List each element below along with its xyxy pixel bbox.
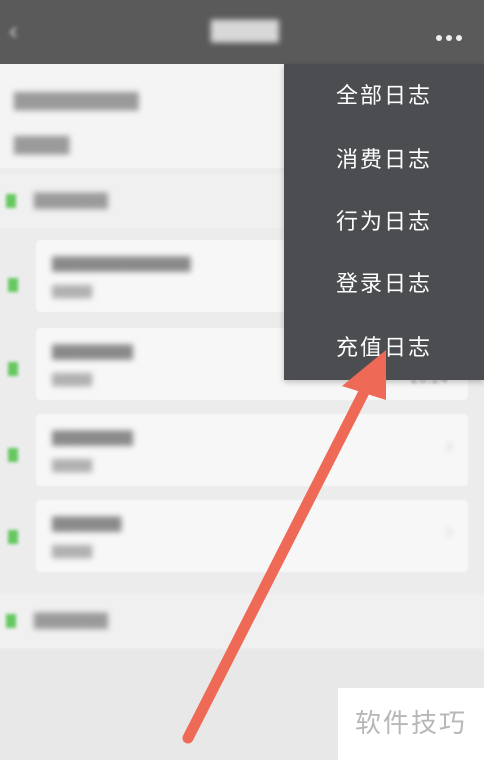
date-group-header: ▇▇▇▇▇▇ — [0, 594, 484, 648]
blurred-summary-line: ▇▇▇▇▇▇▇▇▇ — [14, 90, 139, 111]
timeline-dot — [6, 614, 16, 628]
more-options-icon[interactable] — [436, 26, 472, 41]
menu-item-login-logs[interactable]: 登录日志 — [284, 254, 484, 316]
blurred-entry-title: ▇▇▇▇▇▇ — [52, 514, 122, 532]
timeline-dot — [8, 362, 18, 376]
blurred-entry-sub: ▇▇▇▇ — [52, 284, 92, 299]
chevron-right-icon: › — [445, 434, 454, 459]
chevron-right-icon: › — [445, 520, 454, 545]
back-chevron-icon[interactable]: ‹ — [8, 18, 24, 46]
menu-item-recharge-logs[interactable]: 充值日志 — [284, 318, 484, 380]
blurred-summary-line: ▇▇▇▇ — [14, 134, 70, 155]
blurred-entry-sub: ▇▇▇▇ — [52, 544, 92, 559]
page-title: ▇▇▇▇ — [211, 18, 279, 43]
blurred-entry-sub: ▇▇▇▇ — [52, 372, 92, 387]
log-entry[interactable]: ▇▇▇▇▇▇▇ ▇▇▇▇ › — [36, 414, 468, 486]
blurred-date: ▇▇▇▇▇▇ — [34, 610, 108, 629]
log-entry[interactable]: ▇▇▇▇▇▇ ▇▇▇▇ › — [36, 500, 468, 572]
timeline-dot — [8, 278, 18, 292]
timeline-dot — [8, 530, 18, 544]
blurred-entry-sub: ▇▇▇▇ — [52, 458, 92, 473]
blurred-date: ▇▇▇▇▇▇ — [34, 190, 108, 209]
blurred-entry-title: ▇▇▇▇▇▇▇ — [52, 428, 133, 446]
menu-item-consumption-logs[interactable]: 消费日志 — [284, 130, 484, 192]
timeline-dot — [6, 194, 16, 208]
watermark-text: 软件技巧 — [338, 688, 484, 760]
log-type-dropdown-menu: 全部日志 消费日志 行为日志 登录日志 充值日志 — [284, 64, 484, 380]
menu-item-behavior-logs[interactable]: 行为日志 — [284, 192, 484, 254]
blurred-entry-title: ▇▇▇▇▇▇▇▇▇▇▇▇ — [52, 254, 191, 272]
title-bar: ‹ ▇▇▇▇ — [0, 0, 484, 64]
menu-item-all-logs[interactable]: 全部日志 — [284, 66, 484, 128]
timeline-dot — [8, 448, 18, 462]
blurred-entry-title: ▇▇▇▇▇▇▇ — [52, 342, 133, 360]
